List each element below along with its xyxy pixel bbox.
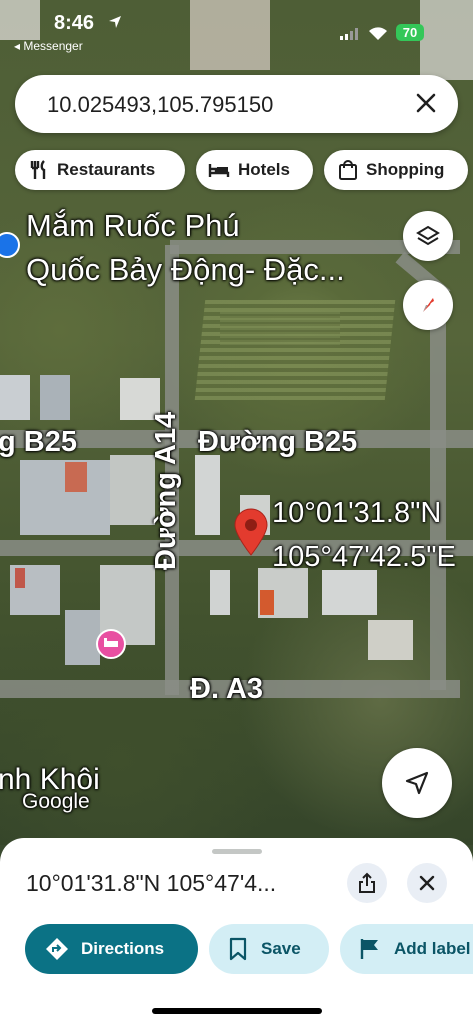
status-time: 8:46 xyxy=(54,12,95,34)
fork-knife-icon xyxy=(30,160,46,179)
search-query[interactable]: 10.025493,105.795150 xyxy=(47,92,273,118)
place-title: 10°01'31.8"N 105°47'4... xyxy=(26,870,277,896)
compass-button[interactable] xyxy=(403,280,453,330)
layers-button[interactable] xyxy=(403,211,453,261)
navigation-arrow-icon xyxy=(405,771,429,795)
location-pin-icon[interactable] xyxy=(233,508,269,556)
status-bar: 8:46 ◂ Messenger 70 xyxy=(0,0,473,60)
add-label-button[interactable]: Add label xyxy=(340,924,473,974)
save-label: Save xyxy=(261,939,301,958)
poi-label[interactable]: Mắm Ruốc Phú xyxy=(26,208,240,244)
bed-icon xyxy=(208,164,230,177)
road-label-b25-left: g B25 xyxy=(0,426,77,458)
compass-icon xyxy=(423,298,434,312)
chip-restaurants[interactable]: Restaurants xyxy=(15,150,185,190)
clear-search-button[interactable] xyxy=(412,89,440,117)
flag-icon xyxy=(360,939,378,959)
share-button[interactable] xyxy=(347,863,387,903)
save-button[interactable]: Save xyxy=(209,924,329,974)
chip-label: Shopping xyxy=(366,160,445,179)
road-label-a14: Đường A14 xyxy=(150,411,182,570)
shopping-bag-icon xyxy=(339,160,357,180)
cellular-signal-icon xyxy=(340,28,360,40)
chip-hotels[interactable]: Hotels xyxy=(196,150,313,190)
hotel-marker-icon[interactable] xyxy=(95,628,127,660)
battery-icon: 70 xyxy=(396,24,424,41)
search-bar[interactable]: 10.025493,105.795150 xyxy=(15,75,458,133)
wifi-icon xyxy=(369,27,387,40)
road-label-b25: Đường B25 xyxy=(198,426,358,458)
chip-label: Restaurants xyxy=(57,160,156,179)
bookmark-icon xyxy=(229,937,247,961)
directions-label: Directions xyxy=(81,939,165,958)
chip-label: Hotels xyxy=(238,160,290,179)
directions-button[interactable]: Directions xyxy=(25,924,198,974)
my-location-button[interactable] xyxy=(382,748,452,818)
pin-coordinates-lng: 105°47'42.5"E xyxy=(272,541,456,573)
sheet-drag-handle[interactable] xyxy=(212,849,262,854)
share-icon xyxy=(359,872,375,893)
battery-level: 70 xyxy=(402,25,418,40)
location-arrow-icon xyxy=(109,16,121,28)
pin-coordinates-lat: 10°01'31.8"N xyxy=(272,497,442,529)
close-sheet-button[interactable] xyxy=(407,863,447,903)
layers-icon xyxy=(416,225,440,246)
directions-icon xyxy=(46,938,68,960)
back-to-messenger-link[interactable]: ◂ Messenger xyxy=(14,39,83,53)
shopping-poi-icon[interactable] xyxy=(0,232,20,258)
chip-shopping[interactable]: Shopping xyxy=(324,150,468,190)
google-logo: Google xyxy=(22,790,90,813)
close-icon xyxy=(419,875,435,891)
home-indicator[interactable] xyxy=(152,1008,322,1014)
road-label-a3: Đ. A3 xyxy=(190,673,264,705)
add-label-label: Add label xyxy=(394,939,471,958)
poi-label-line2[interactable]: Quốc Bảy Động- Đặc... xyxy=(26,252,345,288)
